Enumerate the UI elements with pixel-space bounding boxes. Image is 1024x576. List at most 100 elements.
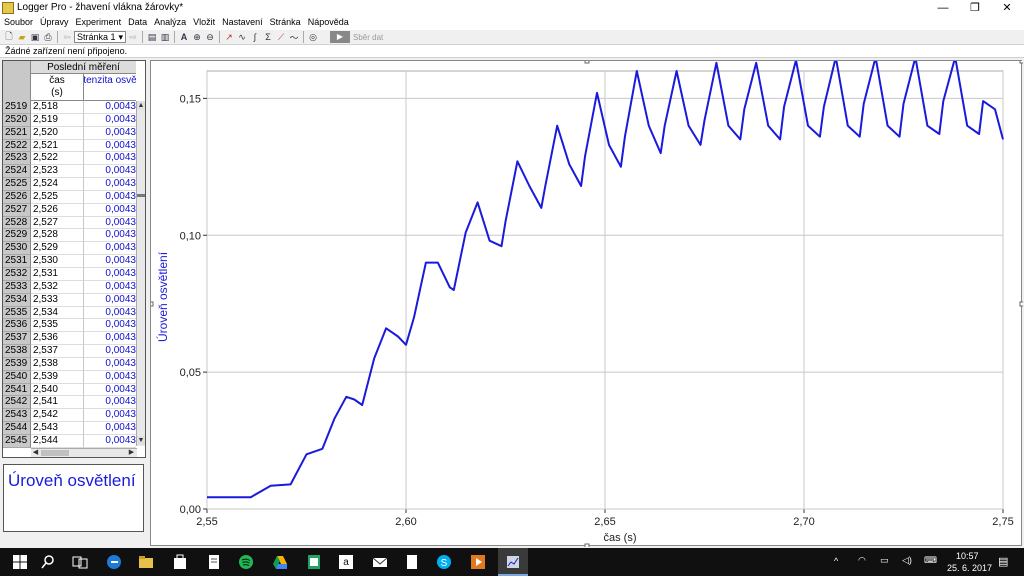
table-row[interactable]: 2523 2,522 0,0043 [3, 152, 136, 166]
table-vertical-scrollbar[interactable]: ▲ ▼ [136, 101, 145, 446]
document-icon[interactable] [206, 554, 222, 570]
graph-panel[interactable]: 2,55 2,60 2,65 2,70 2,75 0,00 0,05 0,10 0,15 čas … [150, 60, 1023, 547]
menu-soubor[interactable]: Soubor [0, 16, 36, 27]
scroll-down-icon[interactable]: ▼ [137, 436, 145, 445]
skype-icon[interactable]: S [436, 554, 452, 570]
data-browser-icon[interactable]: ▥ [159, 31, 171, 43]
statistics-icon[interactable]: Σ [262, 31, 274, 43]
table-row[interactable]: 2543 2,542 0,0043 [3, 409, 136, 423]
table-horizontal-scrollbar[interactable]: ◀ ▶ [31, 448, 137, 457]
page-select[interactable]: Stránka 1 ▾ [74, 31, 126, 43]
table-row[interactable]: 2534 2,533 0,0043 [3, 293, 136, 307]
curve-fit-icon[interactable]: 〜 [288, 31, 300, 43]
linear-fit-icon[interactable]: ⟋ [275, 31, 287, 43]
table-row[interactable]: 2519 2,518 0,0043 [3, 101, 136, 114]
table-row[interactable]: 2537 2,536 0,0043 [3, 332, 136, 346]
scroll-left-icon[interactable]: ◀ [31, 449, 40, 457]
time-column-header[interactable]: čas (s) [31, 74, 84, 101]
minimize-button[interactable]: — [928, 0, 958, 16]
table-row[interactable]: 2530 2,529 0,0043 [3, 242, 136, 256]
chart[interactable]: 2,55 2,60 2,65 2,70 2,75 0,00 0,05 0,10 0,15 čas … [151, 61, 1023, 547]
table-row[interactable]: 2540 2,539 0,0043 [3, 370, 136, 384]
clock-date[interactable]: 25. 6. 2017 [947, 563, 992, 573]
logger-pro-taskbar-button[interactable] [498, 548, 528, 576]
table-row[interactable]: 2541 2,540 0,0043 [3, 383, 136, 397]
legend-box[interactable]: Úroveň osvětlení [3, 464, 144, 532]
table-row[interactable]: 2520 2,519 0,0043 [3, 113, 136, 127]
zoom-in-icon[interactable]: ⊕ [191, 31, 203, 43]
network-icon[interactable]: ◠ [858, 555, 866, 566]
store-icon[interactable] [172, 554, 188, 570]
zoom-out-icon[interactable]: ⊖ [204, 31, 216, 43]
x-axis-label: čas (s) [604, 532, 637, 544]
volume-icon[interactable]: ◁) [902, 555, 912, 566]
table-row[interactable]: 2521 2,520 0,0043 [3, 126, 136, 140]
scroll-thumb[interactable] [137, 194, 145, 197]
resize-handle [584, 61, 590, 64]
media-player-icon[interactable] [470, 554, 486, 570]
scroll-up-icon[interactable]: ▲ [137, 101, 145, 110]
table-row[interactable]: 2535 2,534 0,0043 [3, 306, 136, 320]
menu-analyza[interactable]: Analýza [150, 16, 189, 27]
table-row[interactable]: 2533 2,532 0,0043 [3, 280, 136, 294]
integral-icon[interactable]: ∫ [249, 31, 261, 43]
horizontal-scroll-thumb[interactable] [41, 450, 69, 456]
table-row[interactable]: 2538 2,537 0,0043 [3, 345, 136, 358]
menu-stranka[interactable]: Stránka [266, 16, 304, 27]
page-forward-icon[interactable]: ⇨ [127, 31, 139, 43]
table-row[interactable]: 2527 2,526 0,0043 [3, 203, 136, 217]
close-button[interactable]: ✕ [992, 0, 1022, 16]
table-row[interactable]: 2532 2,531 0,0043 [3, 267, 136, 281]
open-folder-icon[interactable]: ▰ [16, 31, 28, 43]
table-row[interactable]: 2522 2,521 0,0043 [3, 139, 136, 153]
table-row[interactable]: 2525 2,524 0,0043 [3, 178, 136, 191]
edge-icon[interactable] [106, 554, 122, 570]
menu-upravy[interactable]: Úpravy [36, 16, 72, 27]
table-row[interactable]: 2545 2,544 0,0043 [3, 434, 136, 448]
restore-button[interactable]: ❐ [960, 0, 990, 16]
new-file-icon[interactable]: 🗋 [3, 31, 15, 43]
spotify-icon[interactable] [238, 554, 254, 570]
print-icon[interactable]: ⎙ [42, 31, 54, 43]
dataset-header[interactable]: Poslední měření [31, 61, 136, 74]
page-back-icon[interactable]: ⇦ [61, 31, 73, 43]
tray-expand-icon[interactable]: ^ [834, 556, 838, 566]
spreadsheet-icon[interactable] [306, 554, 322, 570]
file-icon[interactable] [404, 554, 420, 570]
table-row[interactable]: 2542 2,541 0,0043 [3, 396, 136, 410]
mail-icon[interactable] [372, 554, 388, 570]
menu-data[interactable]: Data [124, 16, 150, 27]
settings-icon[interactable]: ◎ [307, 31, 319, 43]
battery-icon[interactable]: ▭ [880, 555, 889, 566]
menu-experiment[interactable]: Experiment [72, 16, 125, 27]
table-row[interactable]: 2531 2,530 0,0043 [3, 255, 136, 268]
windows-start-icon[interactable] [12, 554, 28, 570]
menu-vlozit[interactable]: Vložit [189, 16, 218, 27]
tangent-icon[interactable]: ∿ [236, 31, 248, 43]
table-row[interactable]: 2528 2,527 0,0043 [3, 216, 136, 230]
table-row[interactable]: 2529 2,528 0,0043 [3, 229, 136, 243]
table-row[interactable]: 2539 2,538 0,0043 [3, 357, 136, 371]
collect-button[interactable]: ▶ [330, 31, 350, 43]
file-explorer-icon[interactable] [138, 554, 154, 570]
table-row[interactable]: 2526 2,525 0,0043 [3, 190, 136, 204]
menu-nastaveni[interactable]: Nastavení [218, 16, 266, 27]
data-table[interactable]: Poslední měření čas (s) Intenzita osvětl… [2, 60, 146, 458]
examine-icon[interactable]: ↗ [223, 31, 235, 43]
table-row[interactable]: 2524 2,523 0,0043 [3, 165, 136, 179]
scroll-right-icon[interactable]: ▶ [127, 449, 136, 457]
task-view-icon[interactable] [72, 554, 88, 570]
amazon-icon[interactable]: a [338, 554, 354, 570]
save-icon[interactable]: ▣ [29, 31, 41, 43]
keyboard-icon[interactable]: ⌨ [924, 555, 937, 566]
table-row[interactable]: 2544 2,543 0,0043 [3, 422, 136, 435]
menu-napoveda[interactable]: Nápověda [304, 16, 352, 27]
table-row[interactable]: 2536 2,535 0,0043 [3, 319, 136, 333]
intensity-column-header[interactable]: Intenzita osvětlení [84, 74, 136, 101]
table-view-icon[interactable]: ▤ [146, 31, 158, 43]
clock-time[interactable]: 10:57 [956, 551, 979, 561]
google-drive-icon[interactable] [272, 554, 288, 570]
search-icon[interactable] [40, 554, 56, 570]
notifications-icon[interactable]: ▤ [998, 555, 1008, 568]
autoscale-icon[interactable]: A [178, 31, 190, 43]
